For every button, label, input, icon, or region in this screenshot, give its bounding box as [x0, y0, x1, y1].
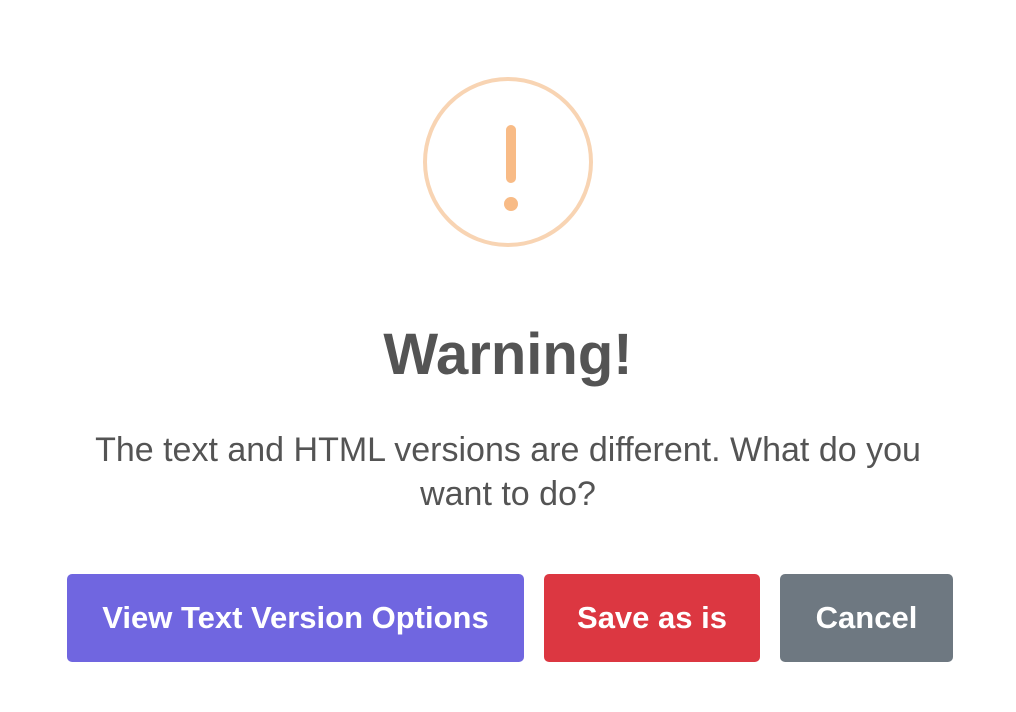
dialog-message: The text and HTML versions are different… — [95, 431, 921, 513]
warning-dialog: Warning! The text and HTML versions are … — [0, 0, 1016, 712]
warning-icon — [423, 77, 593, 247]
save-as-is-button[interactable]: Save as is — [544, 574, 760, 662]
view-text-version-options-button[interactable]: View Text Version Options — [67, 574, 524, 662]
cancel-button[interactable]: Cancel — [780, 574, 953, 662]
exclamation-dot — [504, 197, 518, 211]
dialog-actions: View Text Version Options Save as is Can… — [0, 574, 1016, 662]
exclamation-bar — [506, 125, 516, 183]
dialog-title: Warning! — [383, 322, 633, 387]
